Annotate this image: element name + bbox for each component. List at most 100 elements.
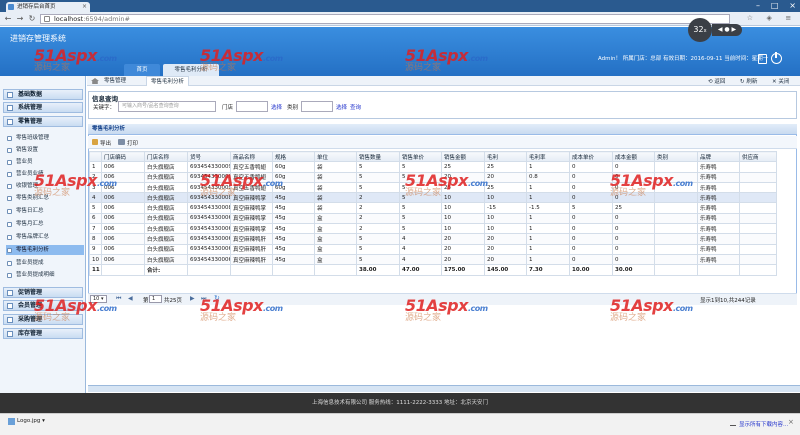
zoom-controls[interactable]: ◀ ● ▶ — [712, 24, 742, 36]
table-cell — [739, 161, 777, 173]
sidebar-item-sales-settings[interactable]: 销售设置 — [6, 145, 84, 155]
star-icon[interactable]: ☆ — [747, 14, 753, 24]
grid-toolbar — [88, 136, 797, 149]
export-button[interactable]: 导出 — [92, 139, 111, 147]
table-cell: 20 — [441, 243, 485, 255]
export-icon — [92, 139, 98, 145]
expand-icon — [7, 92, 13, 98]
download-bar — [0, 413, 800, 435]
keyword-input[interactable]: 可输入商号/品名查询查询 — [118, 101, 216, 112]
table-row[interactable]: 10006白头旗舰店6934543300065真空麻辣鸭肝45g盒5420201… — [89, 253, 777, 266]
window-close-icon[interactable]: × — [789, 1, 796, 11]
sidebar-group-system[interactable]: 系统管理 — [3, 102, 83, 113]
sidebar-item-commission-detail[interactable]: 营业员提成明细 — [6, 270, 84, 280]
sidebar-group-basic-data[interactable]: 基础数据 — [3, 89, 83, 100]
breadcrumb-current[interactable]: 零售毛利分析 — [146, 76, 190, 86]
summary-cell: 38.00 — [356, 264, 400, 276]
print-button[interactable]: 打印 — [118, 139, 138, 147]
column-header[interactable]: 门店名称 — [144, 150, 188, 163]
table-cell: 6934543300089 — [187, 202, 231, 214]
next-page-icon[interactable]: ▶ — [190, 295, 195, 302]
sidebar-group-inventory[interactable]: 库存管理 — [3, 328, 83, 339]
download-item[interactable]: Logo.jpg ▾ — [8, 418, 45, 425]
column-header[interactable]: 供应商 — [739, 150, 777, 163]
column-header[interactable]: 品牌 — [697, 150, 740, 163]
category-select-link[interactable]: 选择 — [336, 103, 347, 111]
back-button[interactable]: ⟲ 返回 — [708, 77, 725, 85]
table-row[interactable]: 7006白头旗舰店6934543300065真空麻辣鸭掌45g盒25101010… — [89, 223, 777, 235]
column-header[interactable]: 销售金额 — [441, 150, 485, 163]
tab-home[interactable]: 首页 — [124, 64, 160, 76]
url-input[interactable]: localhost:6594/admin# — [40, 14, 730, 24]
sidebar-item-monthly-summary[interactable]: 零售月汇总 — [6, 219, 84, 229]
sidebar-item-commission[interactable]: 营业员提成 — [6, 258, 84, 268]
table-cell: 乐寿鸭 — [697, 243, 740, 255]
column-header[interactable]: 销售数量 — [356, 150, 400, 163]
table-row[interactable]: 8006白头旗舰店6934543300065真空麻辣鸭肝45g盒54202010… — [89, 233, 777, 245]
table-cell: 1 — [526, 181, 570, 194]
back-icon[interactable]: ← — [3, 13, 13, 24]
show-all-downloads-link[interactable]: 显示所有下载内容... — [730, 420, 788, 428]
item-icon — [7, 261, 12, 266]
expand-icon — [7, 317, 13, 323]
table-row[interactable]: 5006白头旗舰店6934543300089真空麻辣鸭掌45g袋2510-15-… — [89, 202, 777, 214]
watermark-logo: 51Aspx.com 源码之家 — [610, 296, 693, 323]
table-row[interactable]: 6006白头旗舰店6934543300065真空麻辣鸭掌45g盒25101010… — [89, 212, 777, 225]
table-cell: -15 — [484, 202, 527, 214]
column-header[interactable]: 毛利 — [484, 150, 527, 163]
browser-tab[interactable]: 进销存后台首页 — [6, 2, 90, 12]
sidebar-item-daily-summary[interactable]: 零售日汇总 — [6, 206, 84, 216]
store-input[interactable] — [236, 101, 268, 112]
sidebar-item-retail-class[interactable]: 零售班级管理 — [6, 133, 84, 143]
column-header[interactable]: 规格 — [272, 150, 315, 163]
table-cell: 1 — [526, 253, 570, 266]
table-cell — [739, 253, 777, 266]
watermark-suffix: .com — [96, 54, 117, 63]
maximize-icon[interactable]: □ — [771, 1, 779, 11]
minimize-icon[interactable]: – — [756, 1, 760, 11]
close-button[interactable]: ✕ 关闭 — [772, 77, 789, 85]
first-page-icon[interactable]: ⏮ — [116, 295, 121, 303]
forward-icon[interactable]: → — [15, 13, 25, 24]
extension-icon[interactable]: ◈ — [767, 14, 772, 24]
watermark-subtitle: 源码之家 — [34, 188, 71, 198]
watermark-subtitle: 源码之家 — [405, 188, 442, 198]
page-number-input[interactable]: 1 — [149, 295, 162, 303]
category-input[interactable] — [301, 101, 333, 112]
column-header[interactable]: 成本金额 — [612, 150, 655, 163]
power-icon[interactable] — [771, 52, 782, 64]
breadcrumb-item[interactable]: 零售管理 — [104, 76, 126, 86]
download-icon — [730, 420, 736, 426]
sidebar-item-brand-summary[interactable]: 零售品牌汇总 — [6, 232, 84, 242]
column-header[interactable]: 单位 — [314, 150, 357, 163]
menu-icon[interactable]: ≡ — [785, 14, 791, 24]
sidebar-item-gross-profit[interactable]: 零售毛利分析 — [6, 245, 84, 255]
column-header[interactable]: 货号 — [187, 150, 231, 163]
column-header[interactable]: 商品名称 — [230, 150, 273, 163]
prev-page-icon[interactable]: ◀ — [128, 295, 133, 302]
refresh-button[interactable]: ↻ 刷新 — [740, 77, 757, 85]
column-header[interactable]: 毛利率 — [526, 150, 570, 163]
watermark-suffix: .com — [467, 54, 488, 63]
sidebar-item-salesperson[interactable]: 营业员 — [6, 157, 84, 167]
table-row[interactable]: 9006白头旗舰店6934543300065真空麻辣鸭肝45g盒54202010… — [89, 243, 777, 255]
table-cell: 006 — [101, 192, 145, 204]
column-header[interactable]: 销售单价 — [399, 150, 442, 163]
search-button[interactable]: 查询 — [350, 103, 361, 111]
copy-icon[interactable] — [758, 54, 767, 64]
column-header[interactable]: 类别 — [654, 150, 698, 163]
column-header[interactable]: 成本单价 — [569, 150, 613, 163]
download-bar-close-icon[interactable]: × — [788, 418, 794, 426]
watermark-subtitle: 源码之家 — [200, 188, 237, 198]
table-cell: 20 — [441, 253, 485, 266]
table-cell — [739, 233, 777, 245]
column-header[interactable]: 门店编码 — [101, 150, 145, 163]
page-label: 第 — [143, 298, 149, 304]
watermark-subtitle: 源码之家 — [610, 188, 647, 198]
sidebar-group-retail[interactable]: 零售管理 — [3, 116, 83, 127]
store-select-link[interactable]: 选择 — [271, 103, 282, 111]
tab-close-icon[interactable]: × — [82, 3, 87, 10]
table-cell: 白头旗舰店 — [144, 223, 188, 235]
zoom-level-badge[interactable]: 32x — [688, 18, 712, 42]
reload-icon[interactable]: ↻ — [27, 13, 37, 24]
